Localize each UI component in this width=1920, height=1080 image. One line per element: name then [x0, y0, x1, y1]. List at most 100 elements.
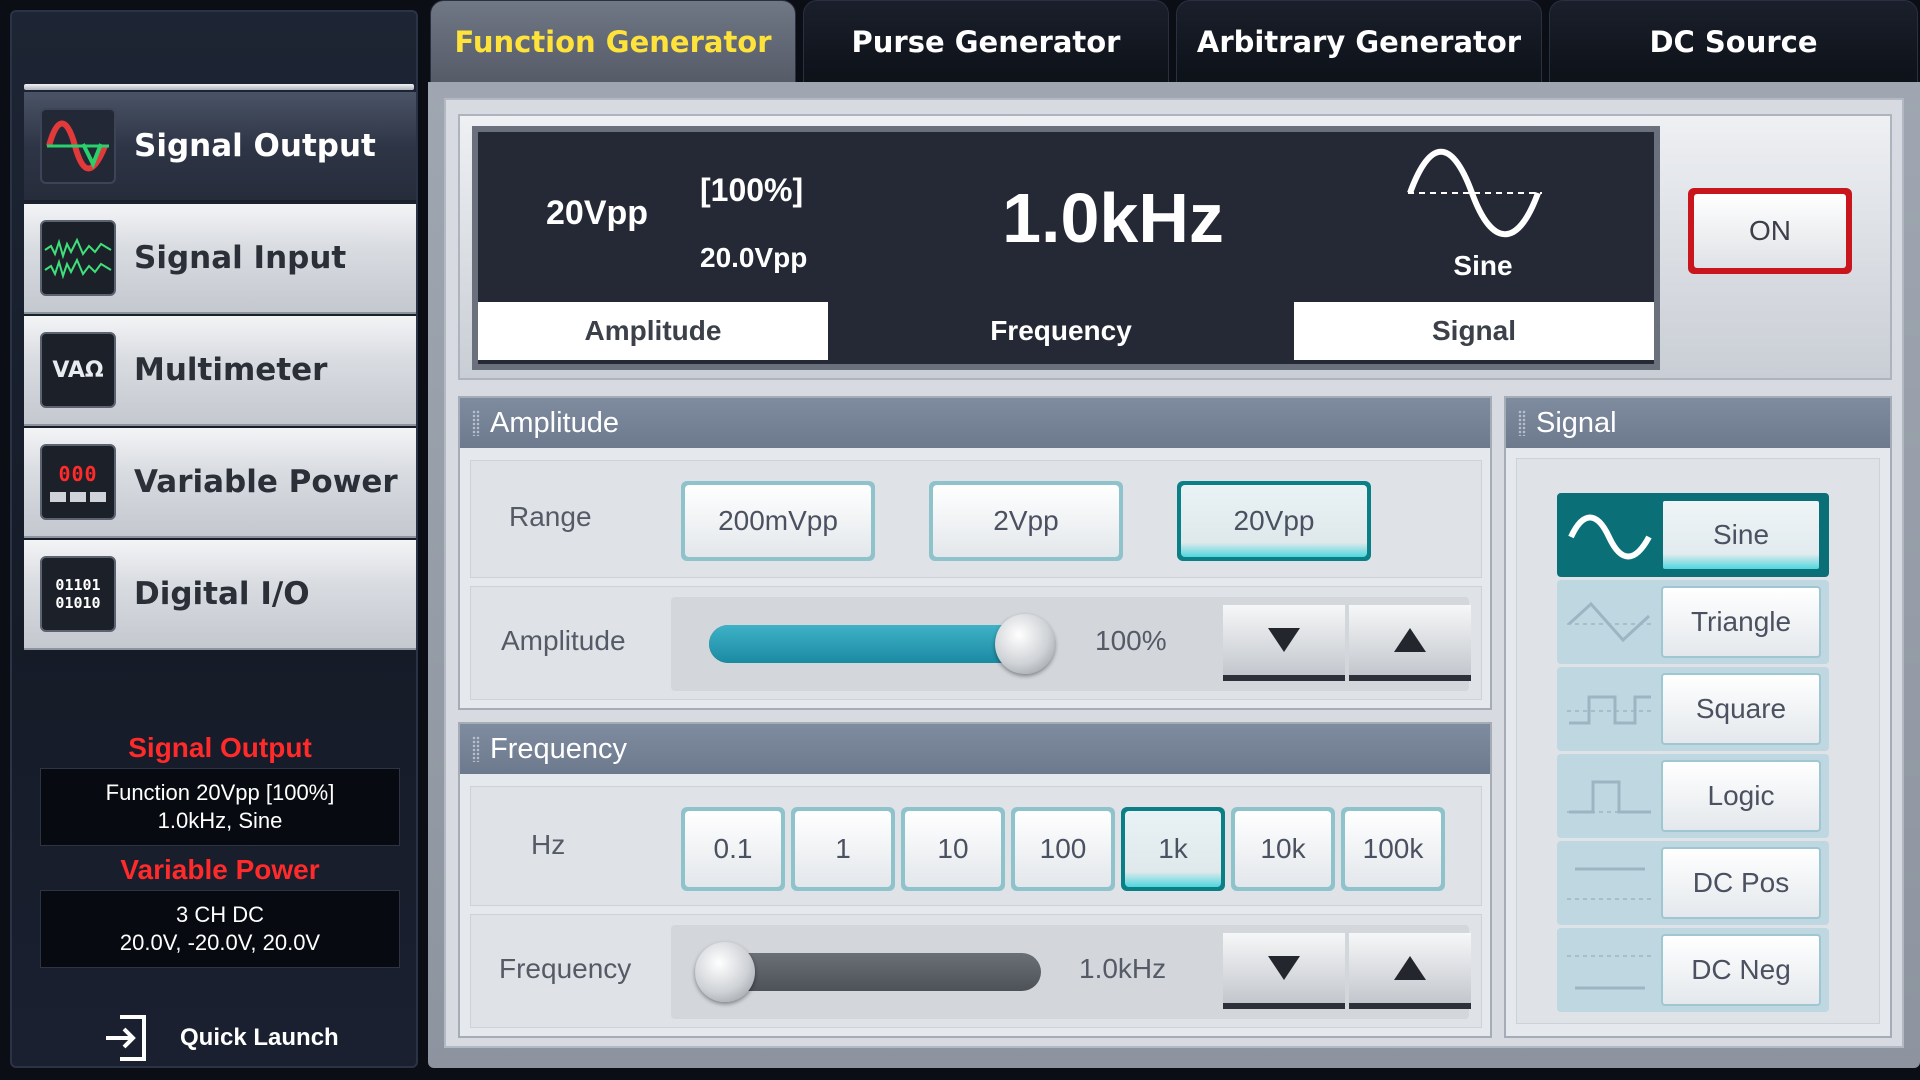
dc-negative-icon: [1567, 955, 1653, 990]
tab-label: Purse Generator: [851, 25, 1121, 59]
display-signal-label: Signal: [1294, 302, 1654, 360]
tab-function-generator[interactable]: Function Generator: [430, 0, 796, 84]
tab-purse-generator[interactable]: Purse Generator: [803, 0, 1169, 84]
signal-square-button[interactable]: Square: [1557, 667, 1829, 751]
display-area: 20Vpp [100%] 20.0Vpp 1.0kHz Sine Amplitu…: [458, 114, 1892, 380]
tab-label: Arbitrary Generator: [1196, 25, 1522, 59]
sidebar-item-signal-output[interactable]: Signal Output: [24, 92, 416, 202]
frequency-slider[interactable]: [695, 942, 1041, 1002]
signal-button-label: Logic: [1661, 760, 1821, 832]
status-variable-power-line1: 3 CH DC: [175, 902, 264, 927]
step-100-button[interactable]: 100: [1011, 807, 1115, 891]
arrow-up-icon: [1394, 628, 1426, 652]
signal-sine-button[interactable]: Sine: [1557, 493, 1829, 577]
sidebar: Signal Output Signal Input VAΩ Multimete…: [10, 10, 418, 1068]
signal-button-label: Sine: [1661, 499, 1821, 571]
range-2vpp-button[interactable]: 2Vpp: [929, 481, 1123, 561]
step-100k-button[interactable]: 100k: [1341, 807, 1445, 891]
sidebar-nav: Signal Output Signal Input VAΩ Multimete…: [24, 92, 416, 666]
step-1-button[interactable]: 1: [791, 807, 895, 891]
range-200mvpp-button[interactable]: 200mVpp: [681, 481, 875, 561]
frequency-slider-row: Frequency 1.0kHz: [470, 914, 1482, 1028]
status-variable-power-box: 3 CH DC 20.0V, -20.0V, 20.0V: [40, 890, 400, 968]
arrow-up-icon: [1394, 956, 1426, 980]
amplitude-increase-button[interactable]: [1349, 605, 1471, 681]
tab-label: DC Source: [1649, 25, 1818, 59]
amplitude-slider-label: Amplitude: [501, 625, 626, 656]
step-0-1-button[interactable]: 0.1: [681, 807, 785, 891]
sidebar-item-label: Multimeter: [134, 352, 328, 388]
sine-wave-icon: [1407, 148, 1542, 238]
display-amplitude-value: 20Vpp: [546, 194, 649, 232]
sidebar-item-digital-io[interactable]: 01101 01010 Digital I/O: [24, 540, 416, 650]
frequency-increase-button[interactable]: [1349, 933, 1471, 1009]
range-20vpp-button[interactable]: 20Vpp: [1177, 481, 1371, 561]
amplitude-slider-value: 100%: [1095, 625, 1167, 656]
amplitude-decrease-button[interactable]: [1223, 605, 1345, 681]
amplitude-slider-row: Amplitude 100%: [470, 586, 1482, 700]
sidebar-item-multimeter[interactable]: VAΩ Multimeter: [24, 316, 416, 426]
signal-button-label: DC Pos: [1661, 847, 1821, 919]
step-10-button[interactable]: 10: [901, 807, 1005, 891]
signal-dc-neg-button[interactable]: DC Neg: [1557, 928, 1829, 1012]
sidebar-item-signal-input[interactable]: Signal Input: [24, 204, 416, 314]
signal-button-label: Square: [1661, 673, 1821, 745]
status-signal-output-title: Signal Output: [128, 732, 312, 763]
frequency-slider-label: Frequency: [499, 953, 632, 984]
triangle-wave-icon: [1567, 601, 1653, 643]
frequency-slider-knob[interactable]: [695, 942, 755, 1002]
status-signal-output-box: Function 20Vpp [100%] 1.0kHz, Sine: [40, 768, 400, 846]
tab-arbitrary-generator[interactable]: Arbitrary Generator: [1176, 0, 1542, 84]
amplitude-range-row: Range 200mVpp 2Vpp 20Vpp: [470, 460, 1482, 578]
step-button-label: 100: [1015, 811, 1111, 887]
status-signal-output-line1: Function 20Vpp [100%]: [105, 780, 335, 805]
step-button-label: 1: [795, 811, 891, 887]
sidebar-item-label: Signal Input: [134, 240, 347, 276]
signal-logic-button[interactable]: Logic: [1557, 754, 1829, 838]
power-icon-text: 000: [58, 462, 98, 486]
multimeter-icon-text: VAΩ: [52, 357, 104, 383]
display-frequency-value: 1.0kHz: [1002, 179, 1224, 257]
step-10k-button[interactable]: 10k: [1231, 807, 1335, 891]
sine-wave-icon: [1568, 514, 1652, 560]
arrow-down-icon: [1268, 628, 1300, 652]
variable-power-icon: 000: [40, 444, 116, 520]
tab-dc-source[interactable]: DC Source: [1549, 0, 1918, 84]
signal-list: Sine Triangle Square Logic DC Pos DC Neg: [1516, 458, 1880, 1024]
digital-icon-text-2: 01010: [55, 594, 101, 612]
step-button-label: 10k: [1235, 811, 1331, 887]
amplitude-slider-knob[interactable]: [995, 614, 1055, 674]
arrow-down-icon: [1268, 956, 1300, 980]
amplitude-slider[interactable]: [709, 614, 1055, 674]
grip-icon: [1518, 410, 1526, 436]
amplitude-panel-title: Amplitude: [490, 406, 619, 439]
range-button-label: 200mVpp: [685, 485, 871, 557]
amplitude-panel: Amplitude Range 200mVpp 2Vpp 20Vpp Ampli…: [458, 396, 1492, 710]
sidebar-divider: [24, 84, 414, 90]
step-1k-button[interactable]: 1k: [1121, 807, 1225, 891]
sidebar-item-variable-power[interactable]: 000 Variable Power: [24, 428, 416, 538]
frequency-hz-label: Hz: [531, 829, 566, 860]
step-button-label: 0.1: [685, 811, 781, 887]
signal-button-label: DC Neg: [1661, 934, 1821, 1006]
signal-dc-pos-button[interactable]: DC Pos: [1557, 841, 1829, 925]
signal-button-label: Triangle: [1661, 586, 1821, 658]
frequency-step-row: Hz 0.1 1 10 100 1k 10k 100k: [470, 786, 1482, 906]
display-amplitude-label: Amplitude: [478, 302, 828, 360]
signal-triangle-button[interactable]: Triangle: [1557, 580, 1829, 664]
function-generator-panel: 20Vpp [100%] 20.0Vpp 1.0kHz Sine Amplitu…: [444, 98, 1904, 1048]
readout-display: 20Vpp [100%] 20.0Vpp 1.0kHz Sine Amplitu…: [472, 126, 1660, 370]
signal-input-icon: [40, 220, 116, 296]
frequency-decrease-button[interactable]: [1223, 933, 1345, 1009]
main-panel: 20Vpp [100%] 20.0Vpp 1.0kHz Sine Amplitu…: [428, 82, 1920, 1068]
digital-io-icon: 01101 01010: [40, 556, 116, 632]
digital-icon-text-1: 01101: [55, 576, 101, 594]
display-frequency-label: Frequency: [828, 302, 1294, 360]
quick-launch-button[interactable]: Quick Launch: [102, 1010, 339, 1066]
frequency-panel-title: Frequency: [490, 732, 628, 765]
output-on-button[interactable]: ON: [1688, 188, 1852, 274]
display-amplitude-percent: [100%]: [700, 172, 804, 208]
display-signal-value: Sine: [1453, 250, 1513, 281]
range-button-label: 20Vpp: [1181, 485, 1367, 557]
grip-icon: [472, 736, 480, 762]
